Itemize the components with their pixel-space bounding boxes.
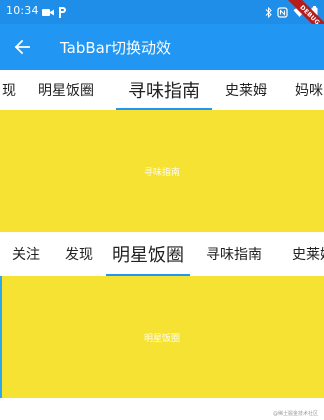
- watermark: @稀土掘金技术社区: [272, 411, 318, 417]
- tab-label: 寻味指南: [128, 81, 200, 102]
- tab-mommy-partial[interactable]: 妈咪: [288, 70, 324, 110]
- tab-follow[interactable]: 关注: [6, 232, 46, 276]
- tab-food-guide[interactable]: 寻味指南: [116, 70, 212, 110]
- tab-food-guide[interactable]: 寻味指南: [198, 232, 270, 276]
- tab-discover-partial[interactable]: 现: [0, 70, 24, 110]
- tab-label: 史莱姆: [225, 83, 267, 99]
- tab-label: 明星饭圈: [38, 83, 94, 99]
- nfc-icon: [277, 6, 288, 18]
- page-title: TabBar切换动效: [60, 39, 172, 57]
- status-left-icons: [42, 5, 66, 19]
- status-time: 10:34: [6, 4, 39, 17]
- page-label: 寻味指南: [143, 167, 180, 178]
- video-camera-icon: [42, 8, 54, 17]
- tab-label: 现: [2, 83, 16, 99]
- tab-label: 关注: [12, 247, 40, 263]
- bluetooth-icon: [265, 6, 272, 18]
- tab-label: 发现: [65, 247, 93, 263]
- tab-slime-partial[interactable]: 史莱姆: [284, 232, 324, 276]
- app-bar: TabBar切换动效: [0, 24, 324, 70]
- tab-bar-top: 现 明星饭圈 寻味指南 史莱姆 妈咪: [0, 70, 324, 110]
- page-edge: [0, 276, 2, 398]
- tab-star-fans[interactable]: 明星饭圈: [104, 232, 192, 276]
- tab-star-fans[interactable]: 明星饭圈: [30, 70, 102, 110]
- tab-label: 寻味指南: [206, 247, 262, 263]
- tab-page-food-guide: 寻味指南: [0, 110, 324, 232]
- back-button[interactable]: [10, 35, 34, 59]
- tab-label: 妈咪: [295, 83, 323, 99]
- tab-slime[interactable]: 史莱姆: [216, 70, 276, 110]
- tab-label: 明星饭圈: [112, 245, 184, 266]
- page-label: 明星饭圈: [143, 333, 180, 344]
- tab-bar-bottom: 关注 发现 明星饭圈 寻味指南 史莱姆: [0, 232, 324, 276]
- tab-label: 史莱姆: [292, 247, 324, 263]
- tab-discover[interactable]: 发现: [58, 232, 100, 276]
- arrow-back-icon: [14, 39, 30, 55]
- status-bar: 10:34: [0, 0, 324, 24]
- parking-p-icon: [58, 6, 66, 18]
- tab-page-star-fans: 明星饭圈: [0, 276, 324, 398]
